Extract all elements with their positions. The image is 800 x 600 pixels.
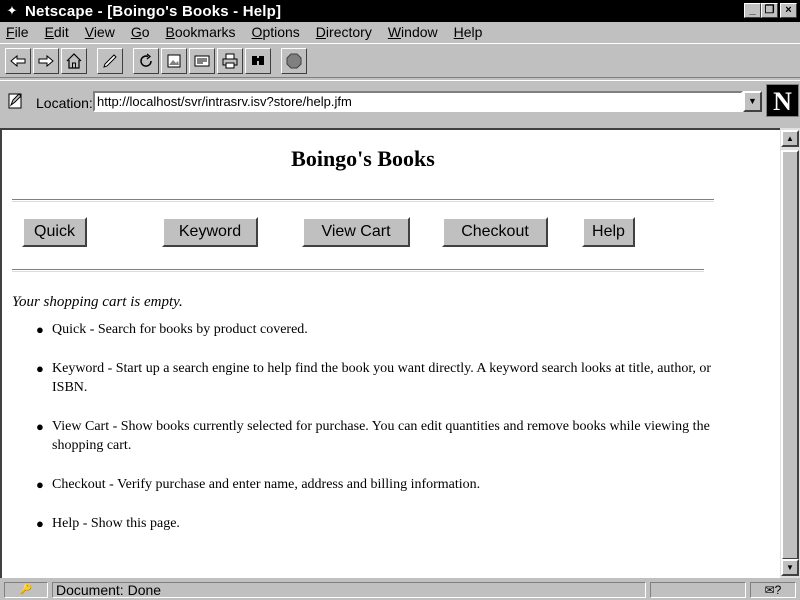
location-dropdown-button[interactable]: ▼ xyxy=(743,91,762,112)
menu-go[interactable]: Go xyxy=(131,24,150,40)
menu-edit[interactable]: Edit xyxy=(45,24,69,40)
help-item-text: Keyword - Start up a search engine to he… xyxy=(52,361,712,395)
menu-view[interactable]: View xyxy=(85,24,115,40)
bookmark-page-icon[interactable] xyxy=(6,91,26,111)
help-list: ● Quick - Search for books by product cov… xyxy=(36,320,712,553)
find-button[interactable] xyxy=(245,47,271,74)
home-button[interactable] xyxy=(61,47,87,74)
list-item: ● View Cart - Show books currently select… xyxy=(36,417,712,455)
back-icon xyxy=(10,54,26,67)
bullet-icon: ● xyxy=(36,477,44,492)
help-button[interactable]: Help xyxy=(582,217,635,247)
help-item-text: Quick - Search for books by product cove… xyxy=(52,322,308,337)
title-bar: ✦ Netscape - [Boingo's Books - Help] _ ❐… xyxy=(0,0,800,22)
chevron-down-icon: ▼ xyxy=(748,96,757,106)
home-icon xyxy=(66,52,82,69)
page-title: Boingo's Books xyxy=(291,146,435,171)
view-cart-button[interactable]: View Cart xyxy=(302,217,410,247)
help-item-text: View Cart - Show books currently selecte… xyxy=(52,419,710,453)
menu-options[interactable]: Options xyxy=(252,24,300,40)
location-input[interactable]: http://localhost/svr/intrasrv.isv?store/… xyxy=(93,91,743,112)
forward-button[interactable] xyxy=(33,47,59,74)
reload-button[interactable] xyxy=(133,47,159,74)
restore-button[interactable]: ❐ xyxy=(761,3,778,18)
close-button[interactable]: × xyxy=(780,3,797,18)
window-title: Netscape - [Boingo's Books - Help] xyxy=(25,2,282,20)
status-bar: 🔑 Document: Done ✉? xyxy=(0,580,800,600)
help-item-text: Checkout - Verify purchase and enter nam… xyxy=(52,477,481,492)
menu-help[interactable]: Help xyxy=(454,24,483,40)
netscape-app-icon[interactable]: ✦ xyxy=(3,3,21,19)
images-icon xyxy=(167,54,181,67)
help-item-text: Help - Show this page. xyxy=(52,516,180,531)
print-button[interactable] xyxy=(217,47,243,74)
bullet-icon: ● xyxy=(36,361,44,376)
bullet-icon: ● xyxy=(36,419,44,434)
stop-icon xyxy=(286,53,302,68)
netscape-logo[interactable]: N xyxy=(766,84,799,117)
menu-bar: File Edit View Go Bookmarks Options Dire… xyxy=(0,22,800,41)
status-text: Document: Done xyxy=(52,582,646,598)
location-bar: Location: http://localhost/svr/intrasrv.… xyxy=(0,80,800,124)
toolbar xyxy=(0,43,800,78)
scroll-down-button[interactable]: ▼ xyxy=(781,559,799,576)
divider xyxy=(12,199,714,202)
page-content: Boingo's Books Quick Keyword View Cart C… xyxy=(0,128,780,578)
list-item: ● Quick - Search for books by product cov… xyxy=(36,320,712,339)
bullet-icon: ● xyxy=(36,322,44,337)
minimize-button[interactable]: _ xyxy=(744,3,761,18)
menu-file[interactable]: File xyxy=(6,24,29,40)
cart-status-message: Your shopping cart is empty. xyxy=(12,294,183,310)
reload-icon xyxy=(140,53,152,67)
keyword-button[interactable]: Keyword xyxy=(162,217,258,247)
window-controls: _ ❐ × xyxy=(744,3,797,18)
forward-icon xyxy=(38,54,54,67)
menu-bookmarks[interactable]: Bookmarks xyxy=(166,24,236,40)
progress-bar xyxy=(650,582,746,598)
vertical-scrollbar[interactable]: ▲ ▼ xyxy=(780,128,800,578)
list-item: ● Keyword - Start up a search engine to h… xyxy=(36,359,712,397)
security-icon[interactable]: 🔑 xyxy=(4,582,48,598)
scroll-thumb[interactable] xyxy=(781,150,799,560)
checkout-button[interactable]: Checkout xyxy=(442,217,548,247)
list-item: ● Help - Show this page. xyxy=(36,514,712,533)
scroll-up-button[interactable]: ▲ xyxy=(781,130,799,147)
back-button[interactable] xyxy=(5,47,31,74)
bullet-icon: ● xyxy=(36,516,44,531)
location-label: Location: xyxy=(36,95,93,111)
print-icon xyxy=(222,53,238,68)
mail-icon[interactable]: ✉? xyxy=(750,582,796,598)
find-icon xyxy=(252,55,264,65)
stop-button[interactable] xyxy=(281,47,307,74)
menu-window[interactable]: Window xyxy=(388,24,438,40)
images-button[interactable] xyxy=(161,47,187,74)
open-icon xyxy=(194,55,210,66)
divider xyxy=(12,269,704,272)
open-button[interactable] xyxy=(189,47,215,74)
menu-directory[interactable]: Directory xyxy=(316,24,372,40)
edit-icon xyxy=(103,53,117,68)
list-item: ● Checkout - Verify purchase and enter na… xyxy=(36,475,712,494)
edit-button[interactable] xyxy=(97,47,123,74)
quick-button[interactable]: Quick xyxy=(22,217,87,247)
